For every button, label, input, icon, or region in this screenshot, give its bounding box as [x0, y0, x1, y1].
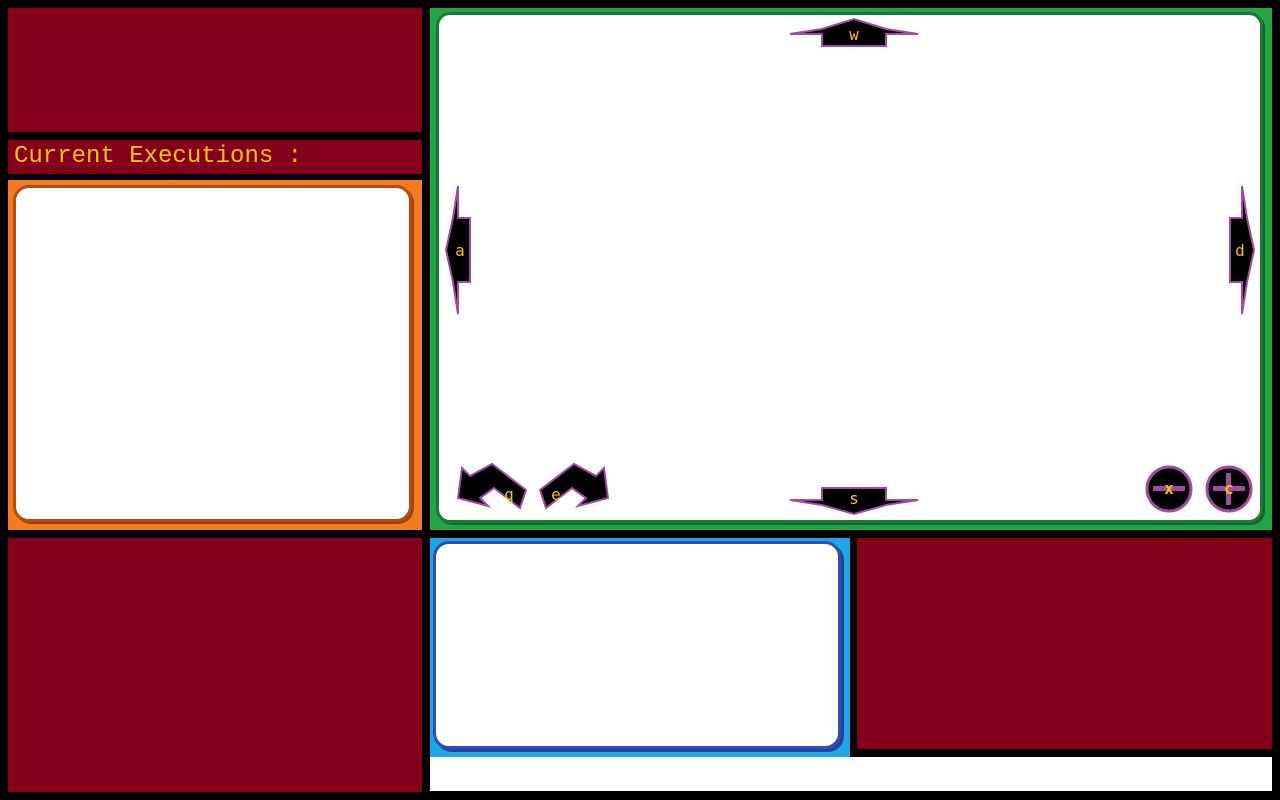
- bottom-left-panel: [8, 538, 422, 792]
- bottom-right-panel: [857, 538, 1272, 749]
- right-key-label: d: [1235, 241, 1245, 260]
- console-panel: [430, 538, 850, 757]
- rotate-left-key-label: q: [504, 485, 514, 504]
- down-key-label: s: [849, 489, 859, 508]
- move-down-button[interactable]: s: [788, 486, 920, 518]
- rotate-right-key-label: e: [551, 485, 561, 504]
- move-left-button[interactable]: a: [444, 184, 474, 316]
- viewport-panel: w s a d q e x c: [430, 8, 1272, 530]
- viewport-canvas[interactable]: [436, 12, 1263, 523]
- executions-panel: [8, 180, 422, 530]
- rotate-left-button[interactable]: q: [454, 460, 530, 512]
- left-key-label: a: [455, 241, 465, 260]
- move-up-button[interactable]: w: [788, 18, 920, 58]
- zoom-out-button[interactable]: x: [1144, 464, 1194, 514]
- console-output[interactable]: [433, 541, 841, 749]
- up-key-label: w: [849, 25, 859, 44]
- move-right-button[interactable]: d: [1226, 184, 1256, 316]
- zoom-in-button[interactable]: c: [1204, 464, 1254, 514]
- zoom-in-key-label: c: [1224, 479, 1234, 498]
- current-executions-header: Current Executions :: [8, 140, 422, 174]
- top-left-panel: [8, 8, 422, 132]
- command-input[interactable]: [430, 757, 1272, 791]
- rotate-right-button[interactable]: e: [536, 460, 612, 512]
- rotate-left-icon: [456, 462, 528, 510]
- executions-list[interactable]: [13, 185, 412, 522]
- zoom-out-key-label: x: [1164, 479, 1174, 498]
